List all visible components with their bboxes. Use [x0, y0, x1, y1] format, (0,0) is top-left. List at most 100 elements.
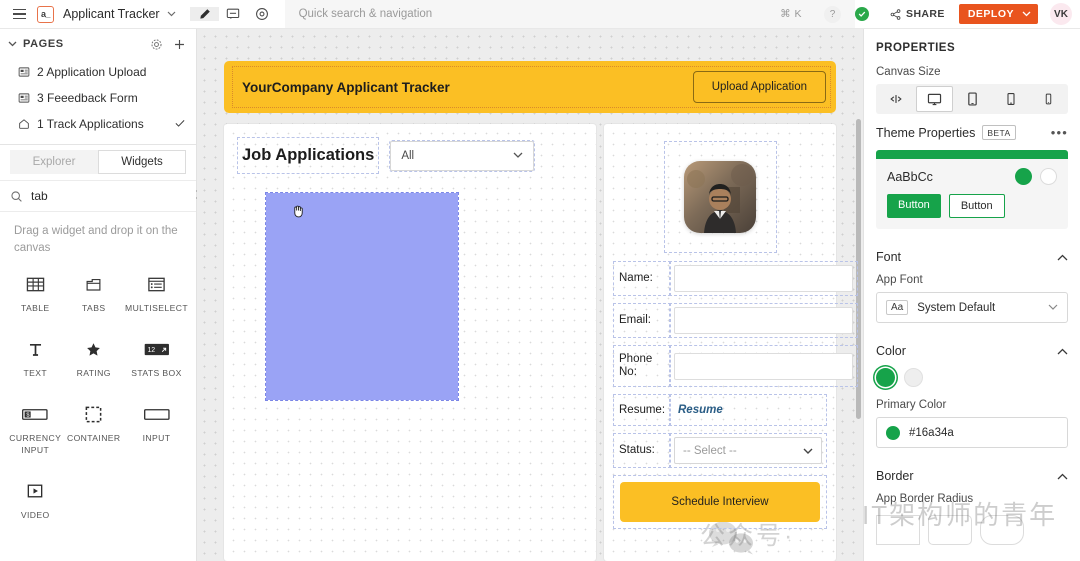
- widget-card-multiselect[interactable]: MULTISELECT: [123, 267, 190, 320]
- help-icon[interactable]: ?: [824, 6, 841, 23]
- widget-card-rating[interactable]: RATING: [65, 332, 124, 385]
- email-input[interactable]: [674, 307, 853, 334]
- deploy-chevron-down-icon[interactable]: [1022, 8, 1031, 20]
- font-section-header[interactable]: Font: [876, 239, 1068, 272]
- chevron-up-icon[interactable]: [1057, 250, 1068, 264]
- star-icon: [85, 338, 102, 360]
- tablet-large-icon[interactable]: [955, 86, 991, 112]
- currency-input-icon: $: [22, 403, 48, 425]
- app-title-chevron-down-icon[interactable]: [167, 9, 176, 19]
- color-swatch-background[interactable]: [904, 368, 923, 387]
- field-control[interactable]: [670, 262, 857, 295]
- theme-preview-card[interactable]: AaBbCc Button Button: [876, 150, 1068, 229]
- widget-card-table[interactable]: TABLE: [6, 267, 65, 320]
- border-radius-none[interactable]: [876, 515, 920, 545]
- fluid-icon[interactable]: [878, 86, 914, 112]
- pages-settings-gear-icon[interactable]: [150, 38, 163, 51]
- widget-card-input[interactable]: INPUT: [123, 397, 190, 462]
- field-control[interactable]: [670, 346, 857, 386]
- chevron-up-icon[interactable]: [1057, 469, 1068, 483]
- deploy-button[interactable]: DEPLOY: [959, 4, 1038, 24]
- application-details-panel[interactable]: Name: Email:: [604, 124, 836, 561]
- widget-drop-zone[interactable]: [266, 193, 458, 400]
- drag-widget-hint: Drag a widget and drop it on the canvas: [0, 212, 196, 265]
- resume-link[interactable]: Resume: [674, 398, 727, 422]
- app-logo-icon: a_: [37, 6, 54, 23]
- status-filter-select[interactable]: All: [390, 141, 534, 171]
- menu-icon[interactable]: [6, 0, 32, 29]
- form-row-status: Status: -- Select --: [614, 434, 826, 467]
- widget-card-text[interactable]: TEXT: [6, 332, 65, 385]
- widget-label: TEXT: [23, 367, 47, 379]
- pencil-icon[interactable]: [190, 7, 219, 21]
- quick-search-input[interactable]: Quick search & navigation ⌘ K ?: [285, 0, 855, 28]
- upload-application-button[interactable]: Upload Application: [693, 71, 826, 103]
- border-section-header[interactable]: Border: [876, 458, 1068, 491]
- desktop-icon[interactable]: [916, 86, 954, 112]
- tablet-icon[interactable]: [993, 86, 1029, 112]
- text-icon: [27, 338, 44, 360]
- comment-icon[interactable]: [219, 7, 248, 21]
- widget-card-container[interactable]: CONTAINER: [65, 397, 124, 462]
- top-bar-right: SHARE DEPLOY VK: [855, 0, 1080, 28]
- theme-swatch-primary[interactable]: [1015, 168, 1032, 185]
- border-radius-large[interactable]: [980, 515, 1024, 545]
- widget-label: MULTISELECT: [125, 302, 188, 314]
- widget-label: TABLE: [21, 302, 50, 314]
- tab-explorer[interactable]: Explorer: [10, 150, 98, 174]
- app-header-bar[interactable]: YourCompany Applicant Tracker Upload App…: [224, 61, 836, 113]
- share-button[interactable]: SHARE: [880, 8, 955, 20]
- sidebar-page-label: 2 Application Upload: [37, 65, 186, 79]
- primary-color-field[interactable]: #16a34a: [876, 417, 1068, 448]
- applications-panel[interactable]: Job Applications All: [224, 124, 596, 561]
- applicant-avatar-container[interactable]: [665, 142, 776, 252]
- phone-input[interactable]: [674, 353, 853, 380]
- theme-button-filled[interactable]: Button: [887, 194, 941, 218]
- theme-button-outline[interactable]: Button: [949, 194, 1005, 218]
- status-select[interactable]: -- Select --: [674, 437, 822, 464]
- chevron-up-icon[interactable]: [1057, 344, 1068, 358]
- widget-card-video[interactable]: VIDEO: [6, 474, 65, 527]
- sidebar-page-application-upload[interactable]: 2 Application Upload: [0, 59, 196, 85]
- field-control[interactable]: [670, 304, 857, 337]
- app-title: Applicant Tracker: [63, 7, 160, 21]
- canvas-size-section: Canvas Size: [864, 64, 1080, 229]
- border-radius-medium[interactable]: [928, 515, 972, 545]
- video-icon: [26, 480, 44, 502]
- canvas-area[interactable]: YourCompany Applicant Tracker Upload App…: [197, 29, 863, 561]
- pages-collapse-chevron-icon[interactable]: [8, 39, 17, 49]
- app-font-select[interactable]: Aa System Default: [876, 292, 1068, 323]
- widget-card-tabs[interactable]: TABS: [65, 267, 124, 320]
- theme-more-options-icon[interactable]: •••: [1051, 125, 1068, 140]
- field-control[interactable]: -- Select --: [670, 434, 826, 467]
- schedule-interview-button[interactable]: Schedule Interview: [620, 482, 820, 522]
- preview-icon[interactable]: [248, 7, 277, 21]
- sidebar-page-track-applications[interactable]: 1 Track Applications: [0, 111, 196, 137]
- widget-card-stats-box[interactable]: 12 STATS BOX: [123, 332, 190, 385]
- share-icon: [890, 9, 901, 20]
- page-icon: [18, 92, 30, 104]
- pages-header-label: PAGES: [23, 38, 64, 50]
- sidebar-page-feedback-form[interactable]: 3 Feeedback Form: [0, 85, 196, 111]
- avatar[interactable]: VK: [1050, 3, 1072, 25]
- app-border-radius-label: App Border Radius: [876, 491, 1068, 511]
- name-input[interactable]: [674, 265, 853, 292]
- tab-widgets[interactable]: Widgets: [98, 150, 186, 174]
- schedule-interview-container: Schedule Interview: [614, 476, 826, 528]
- color-section-header[interactable]: Color: [876, 333, 1068, 366]
- theme-preview-body: AaBbCc Button Button: [876, 159, 1068, 229]
- field-label: Status:: [614, 434, 670, 467]
- search-input[interactable]: [31, 189, 186, 203]
- add-page-plus-icon[interactable]: [173, 38, 186, 51]
- pages-list: 2 Application Upload 3 Feeedback Form 1 …: [0, 59, 196, 137]
- field-control[interactable]: Resume: [670, 395, 826, 425]
- widget-card-currency-input[interactable]: $ CURRENCY INPUT: [6, 397, 65, 462]
- canvas-columns: Job Applications All: [224, 124, 836, 561]
- appsmith-editor: a_ Applicant Tracker Quick search & navi…: [0, 0, 1080, 561]
- pages-header: PAGES: [0, 29, 196, 59]
- theme-swatch-secondary[interactable]: [1040, 168, 1057, 185]
- color-swatch-primary[interactable]: [876, 368, 895, 387]
- mobile-icon[interactable]: [1030, 86, 1066, 112]
- canvas-size-label: Canvas Size: [876, 64, 1068, 84]
- sidebar-page-label: 1 Track Applications: [37, 117, 167, 131]
